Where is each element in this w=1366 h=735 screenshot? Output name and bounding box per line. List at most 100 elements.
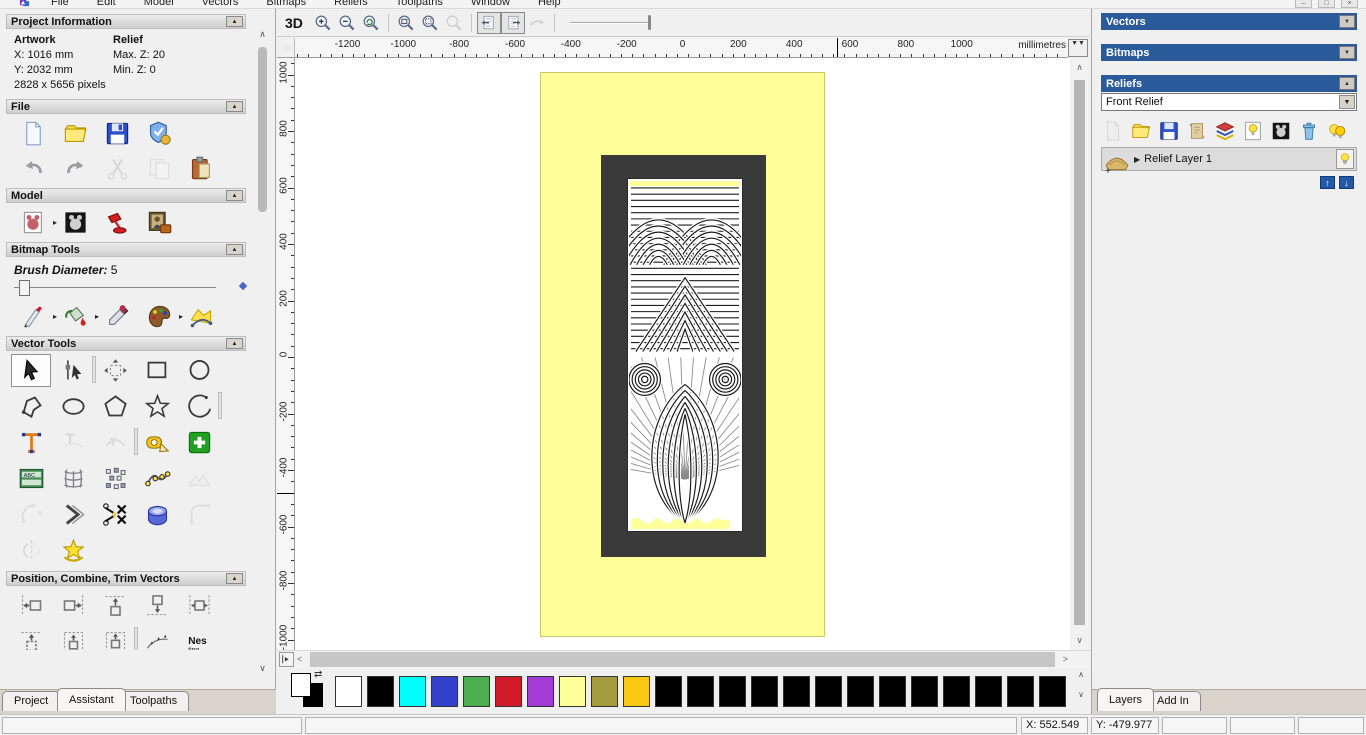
palette-swatch-1[interactable] bbox=[367, 676, 394, 707]
delete-relief-tool[interactable] bbox=[1296, 119, 1321, 143]
zoom-previous-button[interactable] bbox=[359, 12, 383, 34]
text-on-curve-tool[interactable] bbox=[95, 426, 135, 459]
align-left-tool[interactable] bbox=[11, 589, 51, 622]
paste-along-curve-tool[interactable] bbox=[137, 462, 177, 495]
zoom-slider-handle[interactable] bbox=[648, 15, 651, 30]
zoom-fit-button[interactable] bbox=[418, 12, 442, 34]
palette-scrollbar[interactable]: ∧ ∨ bbox=[1074, 670, 1088, 712]
options-tool[interactable] bbox=[140, 118, 178, 149]
align-top-tool[interactable] bbox=[95, 589, 135, 622]
palette-swatch-6[interactable] bbox=[527, 676, 554, 707]
node-editing-tool[interactable] bbox=[53, 354, 93, 387]
menu-reliefs[interactable]: Reliefs bbox=[320, 0, 382, 8]
zoom-in-button[interactable] bbox=[311, 12, 335, 34]
primary-secondary-colour-indicator[interactable]: ⇄ bbox=[289, 671, 331, 711]
primary-colour[interactable] bbox=[291, 673, 311, 697]
menu-edit[interactable]: Edit bbox=[83, 0, 130, 8]
collapse-button[interactable]: ▲ bbox=[226, 16, 243, 27]
dropdown-arrow-icon[interactable]: ▼ bbox=[1339, 95, 1355, 109]
palette-swatch-12[interactable] bbox=[719, 676, 746, 707]
distort-vector-tool[interactable] bbox=[53, 462, 93, 495]
select-vectors-tool[interactable] bbox=[11, 354, 51, 387]
relief-greyscale-tool[interactable] bbox=[1268, 119, 1293, 143]
tab-toolpaths[interactable]: Toolpaths bbox=[118, 691, 189, 711]
create-star-tool[interactable] bbox=[137, 390, 177, 423]
save-relief-tool[interactable] bbox=[1156, 119, 1181, 143]
scrollbar-thumb[interactable] bbox=[1074, 80, 1085, 625]
palette-swatch-15[interactable] bbox=[815, 676, 842, 707]
restore-button[interactable]: □ bbox=[1318, 0, 1335, 8]
panel-scrollbar[interactable]: ∧ ∨ bbox=[256, 21, 269, 676]
tab-assistant[interactable]: Assistant bbox=[57, 688, 126, 711]
palette-swatch-11[interactable] bbox=[687, 676, 714, 707]
invert-model-tool[interactable] bbox=[56, 207, 94, 238]
layer-name[interactable]: Relief Layer 1 bbox=[1144, 153, 1212, 165]
redo-tool[interactable] bbox=[56, 153, 94, 184]
align-right-tool[interactable] bbox=[53, 589, 93, 622]
artwork-background[interactable] bbox=[540, 72, 825, 637]
pick-colour-tool[interactable] bbox=[98, 301, 136, 332]
align-up-b-tool[interactable] bbox=[53, 625, 93, 650]
save-model-tool[interactable] bbox=[98, 118, 136, 149]
expand-button[interactable]: ▼ bbox=[1339, 15, 1355, 28]
menu-file[interactable]: File bbox=[37, 0, 83, 8]
paste-along-tool[interactable] bbox=[137, 625, 177, 650]
scroll-right-icon[interactable]: > bbox=[1063, 654, 1068, 664]
scrollbar-thumb[interactable] bbox=[258, 47, 267, 212]
create-text-tool[interactable] bbox=[11, 426, 51, 459]
toggle-visibility-tool[interactable] bbox=[1324, 119, 1349, 143]
expand-button[interactable]: ▼ bbox=[1339, 46, 1355, 59]
menu-model[interactable]: Model bbox=[130, 0, 188, 8]
bitmap-to-vector-tool[interactable] bbox=[182, 301, 220, 332]
slider-handle[interactable] bbox=[19, 280, 30, 296]
collapse-button[interactable]: ▲ bbox=[226, 338, 243, 349]
collapse-button[interactable]: ▲ bbox=[226, 190, 243, 201]
block-copy-tool[interactable] bbox=[95, 462, 135, 495]
palette-swatch-2[interactable] bbox=[399, 676, 426, 707]
transform-vectors-tool[interactable] bbox=[95, 354, 135, 387]
vectors-header[interactable]: Vectors ▼ bbox=[1101, 13, 1357, 30]
palette-swatch-8[interactable] bbox=[591, 676, 618, 707]
zoom-slider[interactable] bbox=[570, 13, 658, 33]
relief-layer-stack-tool[interactable] bbox=[1212, 119, 1237, 143]
palette-swatch-0[interactable] bbox=[335, 676, 362, 707]
menu-window[interactable]: Window bbox=[457, 0, 524, 8]
collapse-button[interactable]: ▲ bbox=[226, 573, 243, 584]
relief-clipart-tool[interactable] bbox=[1184, 119, 1209, 143]
collapse-button[interactable]: ▲ bbox=[1339, 77, 1355, 90]
create-circle-tool[interactable] bbox=[179, 354, 219, 387]
open-model-tool[interactable] bbox=[56, 118, 94, 149]
pane-toggle-button[interactable] bbox=[279, 652, 294, 667]
horizontal-scrollbar[interactable]: < > bbox=[297, 652, 1068, 667]
menu-help[interactable]: Help bbox=[524, 0, 575, 8]
relief-select-dropdown[interactable]: Front Relief ▼ bbox=[1101, 93, 1357, 111]
offset-vector-tool[interactable] bbox=[53, 498, 93, 531]
text-block-tool[interactable] bbox=[53, 426, 93, 459]
wrap-vectors-tool[interactable] bbox=[53, 534, 93, 567]
vertical-scrollbar[interactable]: ∧ ∨ bbox=[1071, 58, 1088, 650]
trim-vectors-tool[interactable] bbox=[95, 498, 135, 531]
zoom-objects-button[interactable] bbox=[394, 12, 418, 34]
palette-swatch-18[interactable] bbox=[911, 676, 938, 707]
model-viewport[interactable] bbox=[295, 58, 1070, 650]
next-page-button[interactable] bbox=[501, 12, 525, 34]
create-polygon-tool[interactable] bbox=[95, 390, 135, 423]
palette-swatch-19[interactable] bbox=[943, 676, 970, 707]
tab-project[interactable]: Project bbox=[2, 691, 60, 711]
menu-toolpaths[interactable]: Toolpaths bbox=[382, 0, 457, 8]
slider-track[interactable] bbox=[14, 287, 216, 288]
mirror-vectors-tool[interactable] bbox=[11, 534, 51, 567]
palette-swatch-20[interactable] bbox=[975, 676, 1002, 707]
lighting-tool[interactable] bbox=[98, 207, 136, 238]
scroll-down-icon[interactable]: ∨ bbox=[256, 663, 269, 674]
fillet-tool[interactable] bbox=[179, 498, 219, 531]
move-layer-down-button[interactable]: ↓ bbox=[1339, 176, 1354, 189]
create-arc-tool[interactable] bbox=[179, 390, 219, 423]
scroll-up-icon[interactable]: ∧ bbox=[256, 29, 269, 40]
scroll-down-icon[interactable]: ∨ bbox=[1074, 690, 1088, 710]
align-bottom-tool[interactable] bbox=[137, 589, 177, 622]
close-button[interactable]: × bbox=[1341, 0, 1358, 8]
flood-fill-tool[interactable]: ▸ bbox=[56, 301, 94, 332]
align-centre-tool[interactable] bbox=[179, 589, 219, 622]
copy-tool[interactable] bbox=[140, 153, 178, 184]
